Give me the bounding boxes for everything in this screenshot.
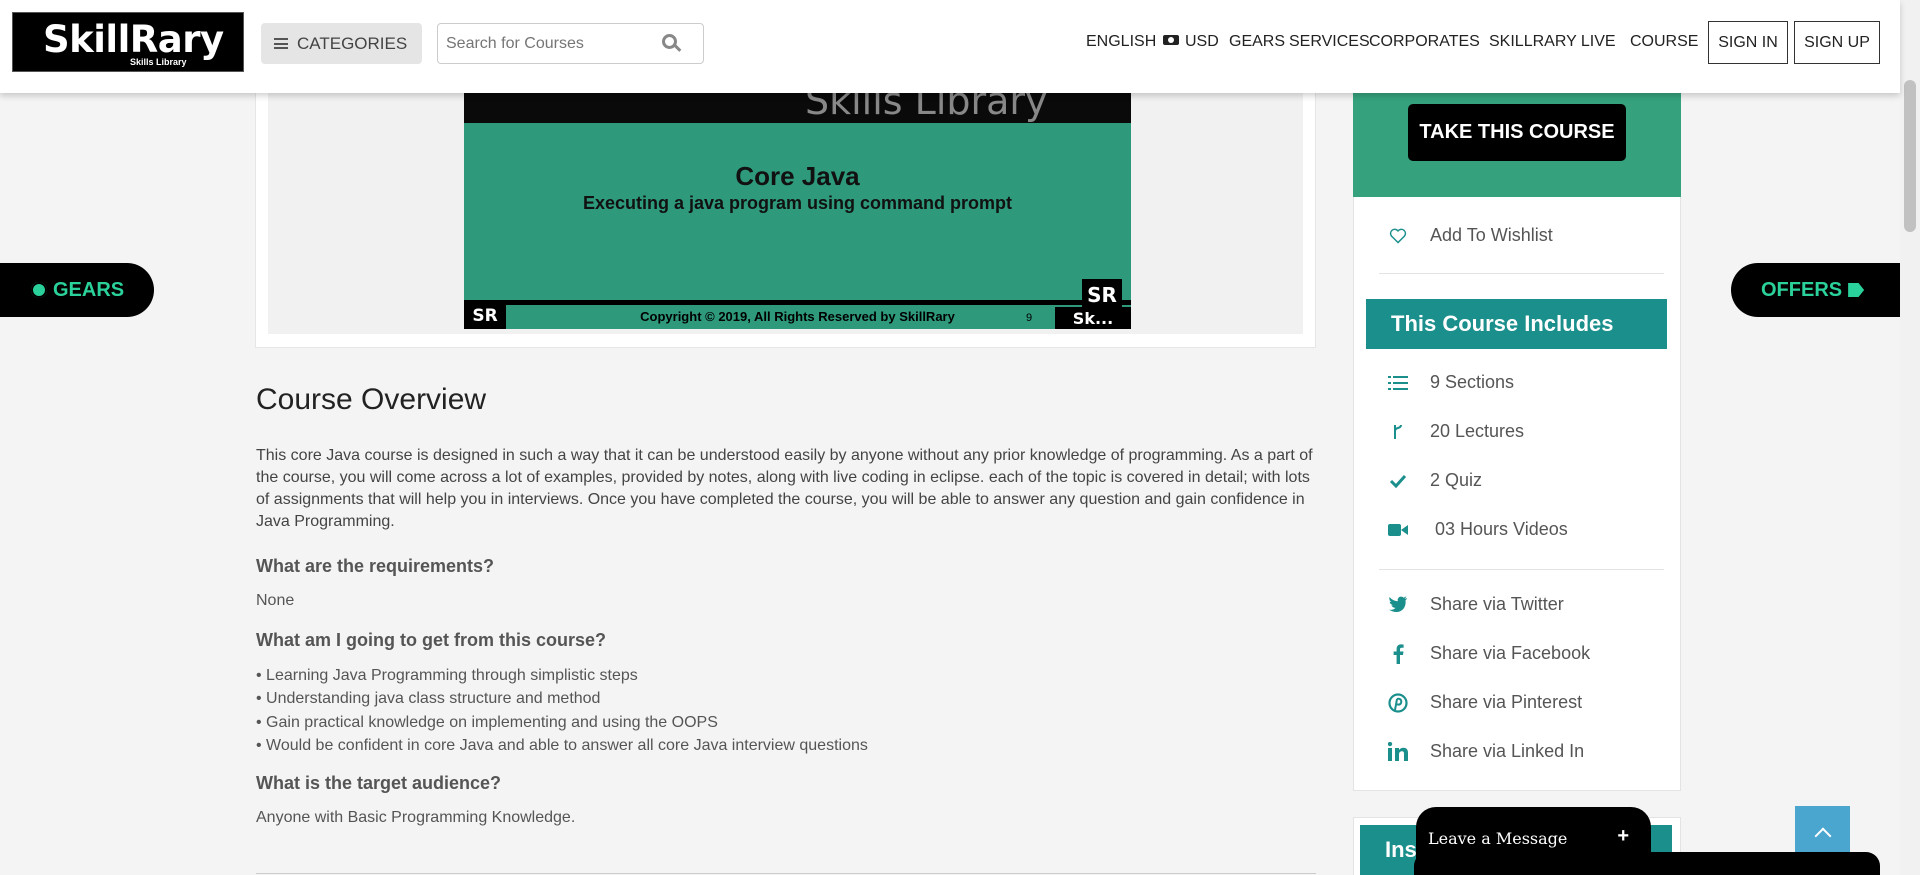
section-divider [256,873,1316,874]
sidebar-divider [1379,569,1664,570]
share-facebook-label: Share via Facebook [1430,643,1591,663]
offers-tab-label: OFFERS [1761,278,1843,301]
video-player[interactable]: Skills Library Core Java Executing a jav… [464,93,1131,329]
add-to-wishlist-link[interactable]: Add To Wishlist [1386,225,1553,246]
share-pinterest-label: Share via Pinterest [1430,692,1583,712]
tag-icon [1848,283,1865,297]
audience-heading: What is the target audience? [256,773,502,793]
pinterest-icon [1386,692,1410,713]
outcomes-heading: What am I going to get from this course? [256,630,607,650]
course-includes-heading: This Course Includes [1366,299,1667,349]
nav-course[interactable]: COURSE [1630,33,1698,51]
slide-title: Core Java [735,161,860,191]
heart-icon [1386,228,1410,244]
linkedin-icon [1386,742,1410,761]
share-linkedin-link[interactable]: Share via Linked In [1386,741,1584,762]
share-twitter-link[interactable]: Share via Twitter [1386,594,1564,615]
check-icon [1386,474,1410,488]
course-description: This core Java course is designed in suc… [256,447,1313,530]
nav-currency-label: USD [1185,33,1219,50]
share-facebook-link[interactable]: Share via Facebook [1386,643,1590,664]
list-item: • Gain practical knowledge on implementi… [256,713,718,731]
wishlist-label: Add To Wishlist [1430,225,1553,245]
share-twitter-label: Share via Twitter [1430,594,1564,614]
search-input[interactable] [438,24,648,63]
list-item: • Understanding java class structure and… [256,690,601,708]
categories-button[interactable]: CATEGORIES [261,23,422,64]
leave-message-label: Leave a Message [1428,829,1568,848]
sign-up-button[interactable]: SIGN UP [1794,21,1880,64]
facebook-icon [1386,643,1410,664]
logo-tagline: Skills Library [130,57,187,67]
slide-header-strip: Skills Library [464,93,1131,123]
nav-language[interactable]: ENGLISH [1086,33,1156,51]
course-overview-heading: Course Overview [256,383,487,416]
offers-side-tab[interactable]: OFFERS [1731,263,1901,317]
nav-gears[interactable]: GEARS [1229,33,1285,51]
nav-services[interactable]: SERVICES [1289,33,1370,51]
branch-icon [1386,423,1410,441]
scrollbar-thumb[interactable] [1904,80,1916,232]
requirements-value: None [256,592,295,609]
includes-lectures: 20 Lectures [1386,421,1524,442]
twitter-icon [1386,596,1410,613]
leave-message-widget[interactable]: Leave a Message + [1416,807,1651,875]
includes-lectures-label: 20 Lectures [1430,421,1525,441]
list-icon [1386,375,1410,391]
nav-skillrary-live[interactable]: SKILLRARY LIVE [1489,33,1616,51]
gears-side-tab[interactable]: GEARS [0,263,154,317]
outcomes-list: • Learning Java Programming through simp… [256,664,868,757]
gears-tab-label: GEARS [53,278,125,301]
list-item: • Learning Java Programming through simp… [256,667,638,684]
skillrary-logo[interactable]: SkillRary Skills Library [12,12,244,72]
hamburger-icon [274,38,288,49]
page-scrollbar[interactable] [1900,0,1920,875]
includes-quiz-label: 2 Quiz [1430,470,1483,490]
video-container: Skills Library Core Java Executing a jav… [268,93,1303,334]
video-camera-icon [1386,523,1410,537]
slide-number: 9 [1026,312,1033,324]
share-pinterest-link[interactable]: Share via Pinterest [1386,692,1582,713]
take-this-course-button[interactable]: TAKE THIS COURSE [1408,104,1626,161]
nav-corporates[interactable]: CORPORATES [1369,33,1480,51]
requirements-heading: What are the requirements? [256,556,495,576]
sign-in-button[interactable]: SIGN IN [1708,21,1788,64]
sidebar-divider [1379,273,1664,274]
gear-icon [31,282,47,298]
take-course-panel: TAKE THIS COURSE [1353,93,1681,197]
list-item: • Would be confident in core Java and ab… [256,736,868,754]
video-card: Skills Library Core Java Executing a jav… [255,93,1316,348]
chevron-up-icon [1814,827,1831,844]
categories-label: CATEGORIES [297,33,408,53]
sr-logo-bottom: Sk... [1055,307,1131,329]
search-box [437,23,704,64]
includes-quiz: 2 Quiz [1386,470,1482,491]
top-header: SkillRary Skills Library CATEGORIES ENGL… [0,0,1900,93]
logo-text: SkillRary [43,18,224,61]
audience-value: Anyone with Basic Programming Knowledge. [256,809,576,826]
sr-logo-left: SR [464,302,506,329]
includes-videos: 03 Hours Videos [1386,519,1568,540]
expand-chat-icon[interactable]: + [1617,825,1629,848]
search-icon[interactable] [662,34,677,49]
includes-videos-label: 03 Hours Videos [1435,519,1568,539]
includes-sections-label: 9 Sections [1430,372,1515,392]
nav-currency[interactable]: USD [1163,33,1219,51]
slide-header-text: Skills Library [805,93,1048,123]
money-icon [1163,34,1179,45]
includes-sections: 9 Sections [1386,372,1514,393]
share-linkedin-label: Share via Linked In [1430,741,1585,761]
slide-subtitle: Executing a java program using command p… [582,193,1013,213]
